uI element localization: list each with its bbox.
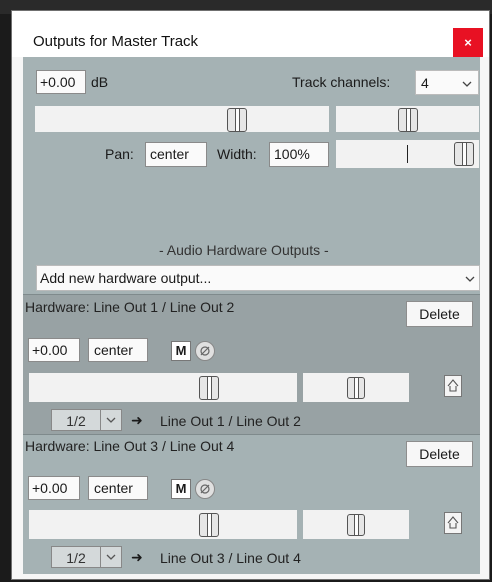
output-volume-knob[interactable] — [199, 376, 219, 400]
master-panel: +0.00 dB Track channels: 4 Pan: center W… — [23, 57, 480, 574]
chevron-down-icon — [106, 554, 116, 560]
width-fader[interactable] — [336, 140, 479, 168]
master-volume-fader[interactable] — [35, 106, 329, 132]
output-destination: Line Out 1 / Line Out 2 — [160, 413, 301, 429]
hardware-output-label: Hardware: Line Out 1 / Line Out 2 — [25, 299, 235, 315]
hardware-output-1: Hardware: Line Out 1 / Line Out 2 Delete… — [23, 294, 480, 434]
arrow-right-icon: ➜ — [131, 412, 143, 428]
output-pan-field[interactable]: center — [88, 338, 148, 362]
output-volume-fader[interactable] — [29, 373, 297, 402]
link-icon — [447, 379, 459, 392]
track-channels-label: Track channels: — [292, 74, 391, 90]
phase-invert-button[interactable] — [195, 341, 215, 361]
close-icon: × — [464, 35, 472, 50]
output-pan-knob[interactable] — [347, 377, 365, 399]
link-icon — [447, 516, 459, 529]
phase-icon — [200, 346, 210, 356]
master-volume-value: +0.00 — [40, 74, 76, 90]
master-volume-field[interactable]: +0.00 — [36, 70, 86, 94]
mute-label: M — [175, 481, 187, 496]
output-volume-value: +0.00 — [32, 480, 68, 496]
output-channel-select[interactable]: 1/2 — [51, 546, 101, 568]
output-channel-select[interactable]: 1/2 — [51, 409, 101, 431]
width-value: 100% — [274, 146, 310, 162]
output-volume-knob[interactable] — [199, 513, 219, 537]
delete-button-label: Delete — [419, 446, 460, 462]
arrow-right-icon: ➜ — [131, 549, 143, 565]
add-hardware-output-select[interactable]: Add new hardware output... — [36, 265, 480, 291]
title-bar[interactable]: Outputs for Master Track × — [12, 11, 489, 57]
track-channels-select[interactable]: 4 — [415, 70, 479, 95]
output-pan-value: center — [94, 480, 133, 496]
width-center-line — [407, 145, 408, 163]
delete-button-label: Delete — [419, 306, 460, 322]
window-title: Outputs for Master Track — [33, 33, 199, 50]
output-volume-fader[interactable] — [29, 510, 297, 539]
delete-button[interactable]: Delete — [406, 441, 473, 467]
output-volume-field[interactable]: +0.00 — [28, 476, 80, 500]
output-volume-value: +0.00 — [32, 342, 68, 358]
output-pan-knob[interactable] — [347, 514, 365, 536]
pan-value: center — [150, 146, 189, 162]
close-button[interactable]: × — [453, 28, 483, 57]
audio-hw-section-label: - Audio Hardware Outputs - — [159, 242, 329, 258]
width-fader-knob[interactable] — [454, 142, 474, 166]
pan-field[interactable]: center — [145, 142, 207, 167]
chevron-down-icon — [465, 276, 475, 282]
output-pan-field[interactable]: center — [88, 476, 148, 500]
pan-label: Pan: — [105, 146, 134, 162]
outputs-window: Outputs for Master Track × +0.00 dB Trac… — [11, 10, 490, 580]
hardware-output-2: Hardware: Line Out 3 / Line Out 4 Delete… — [23, 434, 480, 574]
master-pan-fader[interactable] — [336, 106, 479, 132]
width-label: Width: — [217, 146, 257, 162]
output-pan-fader[interactable] — [303, 373, 409, 402]
output-channel-value: 1/2 — [66, 550, 86, 566]
output-destination: Line Out 3 / Line Out 4 — [160, 550, 301, 566]
hardware-output-label: Hardware: Line Out 3 / Line Out 4 — [25, 438, 235, 454]
mute-label: M — [175, 343, 187, 358]
mute-button[interactable]: M — [171, 479, 191, 499]
output-volume-field[interactable]: +0.00 — [28, 338, 80, 362]
volume-fader-knob[interactable] — [227, 108, 247, 132]
add-hardware-output-label: Add new hardware output... — [40, 270, 212, 286]
width-field[interactable]: 100% — [269, 142, 329, 167]
chevron-down-icon — [106, 417, 116, 423]
output-pan-fader[interactable] — [303, 510, 409, 539]
pan-fader-knob[interactable] — [398, 108, 418, 132]
delete-button[interactable]: Delete — [406, 301, 473, 327]
volume-unit-label: dB — [91, 74, 109, 90]
output-channel-dropdown[interactable] — [100, 546, 122, 568]
track-channels-value: 4 — [421, 75, 429, 91]
chevron-down-icon — [462, 81, 472, 87]
link-toggle[interactable] — [444, 512, 462, 534]
mute-button[interactable]: M — [171, 341, 191, 361]
output-pan-value: center — [94, 342, 133, 358]
phase-invert-button[interactable] — [195, 479, 215, 499]
link-toggle[interactable] — [444, 375, 462, 397]
phase-icon — [200, 484, 210, 494]
output-channel-dropdown[interactable] — [100, 409, 122, 431]
output-channel-value: 1/2 — [66, 413, 86, 429]
